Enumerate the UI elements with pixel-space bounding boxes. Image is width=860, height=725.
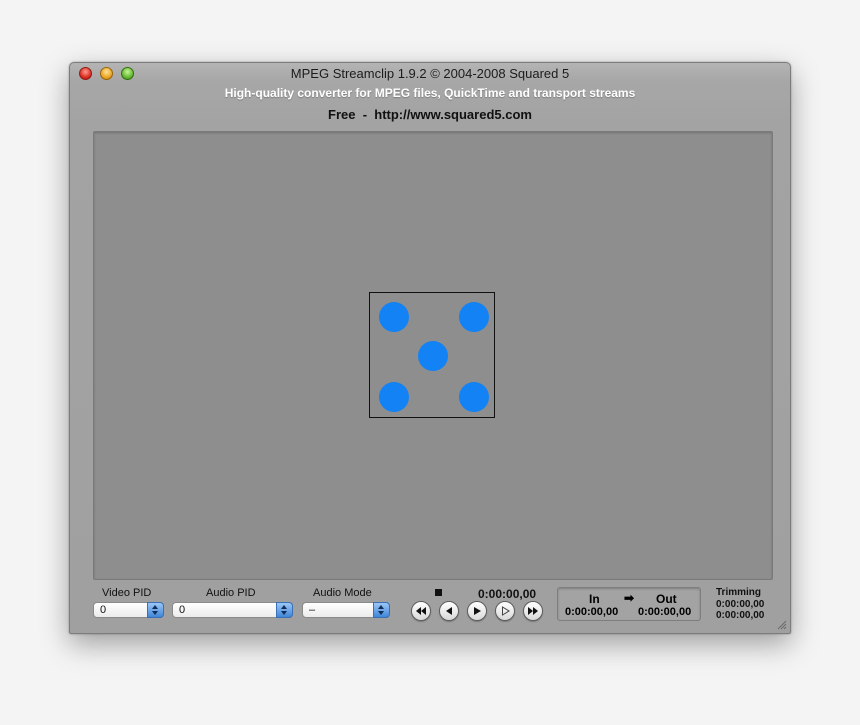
dice-pip — [459, 382, 489, 412]
video-pid-select[interactable]: 0 — [93, 602, 164, 618]
audio-pid-select[interactable]: 0 — [172, 602, 293, 618]
resize-grip-icon[interactable] — [776, 619, 787, 630]
audio-mode-value: – — [309, 604, 316, 616]
out-label: Out — [656, 592, 677, 606]
video-pid-value: 0 — [100, 604, 107, 616]
trimming-value-1: 0:00:00,00 — [716, 599, 765, 610]
audio-mode-select[interactable]: – — [302, 602, 390, 618]
free-label: Free — [328, 107, 356, 122]
play-outline-icon — [502, 606, 510, 616]
trimming-label: Trimming — [716, 587, 762, 598]
dice-pip — [379, 382, 409, 412]
fast-forward-button[interactable] — [523, 601, 543, 621]
main-window: MPEG Streamclip 1.9.2 © 2004-2008 Square… — [69, 62, 791, 634]
play-icon — [474, 607, 481, 615]
trimming-value-2: 0:00:00,00 — [716, 610, 765, 621]
window-title: MPEG Streamclip 1.9.2 © 2004-2008 Square… — [290, 66, 570, 81]
audio-mode-label: Audio Mode — [313, 587, 372, 599]
audio-pid-label: Audio PID — [206, 587, 256, 599]
step-back-button[interactable] — [439, 601, 459, 621]
window-subtitle: High-quality converter for MPEG files, Q… — [224, 86, 636, 100]
in-time[interactable]: 0:00:00,00 — [565, 606, 618, 618]
play-selection-button[interactable] — [495, 601, 515, 621]
out-time[interactable]: 0:00:00,00 — [638, 606, 691, 618]
website-link[interactable]: http://www.squared5.com — [374, 107, 532, 122]
play-button[interactable] — [467, 601, 487, 621]
chevron-updown-icon — [373, 602, 390, 618]
chevron-updown-icon — [276, 602, 293, 618]
separator: - — [355, 107, 375, 122]
in-label: In — [589, 592, 600, 606]
dice-pip — [418, 341, 448, 371]
audio-pid-value: 0 — [179, 604, 186, 616]
dice-pip — [459, 302, 489, 332]
arrow-right-icon: ➡ — [624, 591, 635, 605]
fast-forward-icon — [528, 607, 538, 615]
in-out-panel: In ➡ Out 0:00:00,00 0:00:00,00 — [557, 587, 701, 621]
dice-five-icon — [369, 292, 495, 418]
rewind-button[interactable] — [411, 601, 431, 621]
free-url-line: Free - http://www.squared5.com — [70, 107, 790, 122]
video-viewer[interactable] — [93, 131, 773, 580]
stop-icon[interactable] — [435, 589, 442, 596]
rewind-icon — [416, 607, 426, 615]
video-pid-label: Video PID — [102, 587, 152, 599]
chevron-updown-icon — [147, 602, 164, 618]
dice-pip — [379, 302, 409, 332]
step-back-icon — [446, 607, 452, 615]
current-time: 0:00:00,00 — [478, 587, 537, 601]
